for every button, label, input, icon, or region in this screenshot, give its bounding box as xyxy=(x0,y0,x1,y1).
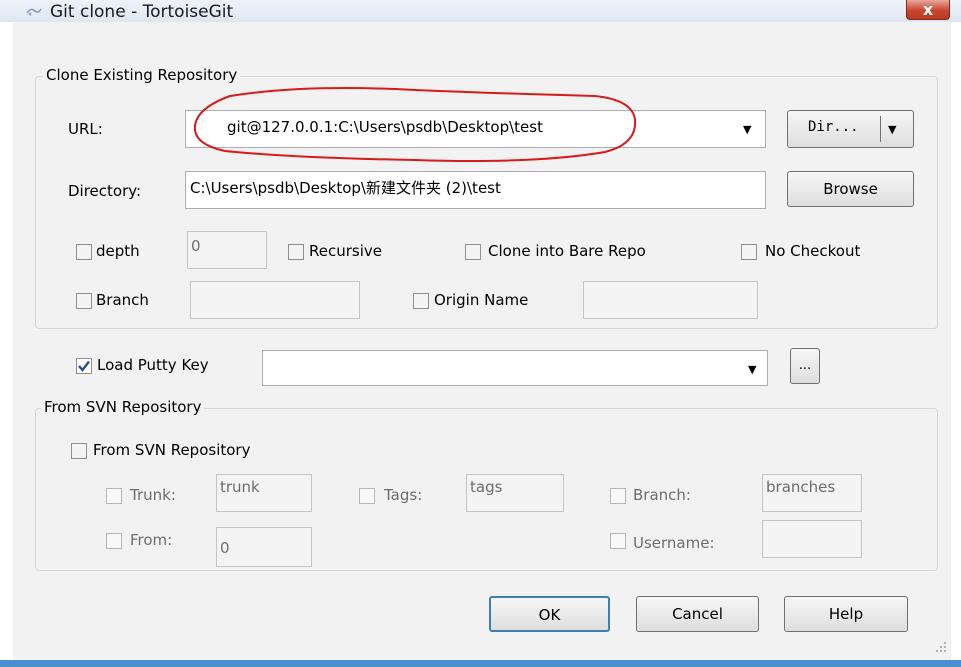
window-title: Git clone - TortoiseGit xyxy=(50,2,234,22)
url-label: URL: xyxy=(68,120,103,138)
dir-button-label: Dir... xyxy=(808,119,859,135)
no-checkout-label: No Checkout xyxy=(765,242,861,260)
depth-label: depth xyxy=(96,242,140,260)
window-frame-left xyxy=(0,22,13,667)
cancel-button[interactable]: Cancel xyxy=(636,596,759,632)
tags-input[interactable]: tags xyxy=(466,474,564,512)
dir-split-divider xyxy=(880,116,881,142)
svn-branch-input[interactable]: branches xyxy=(762,474,862,512)
tortoisegit-app-icon xyxy=(26,8,42,16)
recursive-checkbox[interactable] xyxy=(288,244,304,260)
origin-name-input[interactable] xyxy=(583,281,758,319)
window-frame-bottom xyxy=(0,660,961,667)
ok-button[interactable]: OK xyxy=(489,596,610,632)
directory-label: Directory: xyxy=(68,182,142,200)
close-button[interactable]: x xyxy=(906,0,950,20)
url-dropdown-arrow-icon[interactable]: ▼ xyxy=(743,124,751,136)
depth-value: 0 xyxy=(191,237,201,255)
from-svn-label: From SVN Repository xyxy=(93,441,251,459)
branch-checkbox[interactable] xyxy=(76,293,92,309)
putty-key-combobox[interactable] xyxy=(262,350,768,386)
checkmark-icon xyxy=(78,360,90,372)
username-checkbox[interactable] xyxy=(610,533,626,549)
putty-dropdown-arrow-icon[interactable]: ▼ xyxy=(748,364,756,376)
red-annotation-circle xyxy=(193,87,637,162)
trunk-input[interactable]: trunk xyxy=(216,474,312,512)
no-checkout-checkbox[interactable] xyxy=(741,244,757,260)
branch-input[interactable] xyxy=(190,281,360,319)
from-revision-input[interactable] xyxy=(216,527,312,567)
window-frame-right xyxy=(951,22,961,667)
username-input[interactable] xyxy=(762,520,862,558)
svn-branch-checkbox[interactable] xyxy=(610,488,626,504)
putty-browse-button[interactable]: ... xyxy=(790,348,820,384)
depth-checkbox[interactable] xyxy=(76,244,92,260)
trunk-label: Trunk: xyxy=(130,486,176,504)
tags-checkbox[interactable] xyxy=(359,488,375,504)
recursive-label: Recursive xyxy=(309,242,382,260)
svn-group-legend: From SVN Repository xyxy=(41,398,205,416)
bare-repo-label: Clone into Bare Repo xyxy=(488,242,646,260)
dir-dropdown-arrow-icon[interactable]: ▼ xyxy=(888,124,896,136)
from-svn-checkbox[interactable] xyxy=(71,443,87,459)
directory-value: C:\Users\psdb\Desktop\新建文件夹 (2)\test xyxy=(190,179,501,197)
from-revision-value: 0 xyxy=(220,539,230,557)
branch-label: Branch xyxy=(96,291,149,309)
from-revision-label: From: xyxy=(130,531,173,549)
resize-grip-icon[interactable] xyxy=(934,640,948,654)
username-label: Username: xyxy=(633,534,715,552)
svn-branch-label: Branch: xyxy=(633,486,691,504)
origin-name-checkbox[interactable] xyxy=(413,293,429,309)
help-button[interactable]: Help xyxy=(784,596,908,632)
load-putty-key-label: Load Putty Key xyxy=(97,356,209,374)
origin-name-label: Origin Name xyxy=(434,291,529,309)
from-revision-checkbox[interactable] xyxy=(106,533,122,549)
bare-repo-checkbox[interactable] xyxy=(465,244,481,260)
trunk-checkbox[interactable] xyxy=(106,488,122,504)
browse-button[interactable]: Browse xyxy=(787,171,914,207)
tags-label: Tags: xyxy=(384,486,423,504)
